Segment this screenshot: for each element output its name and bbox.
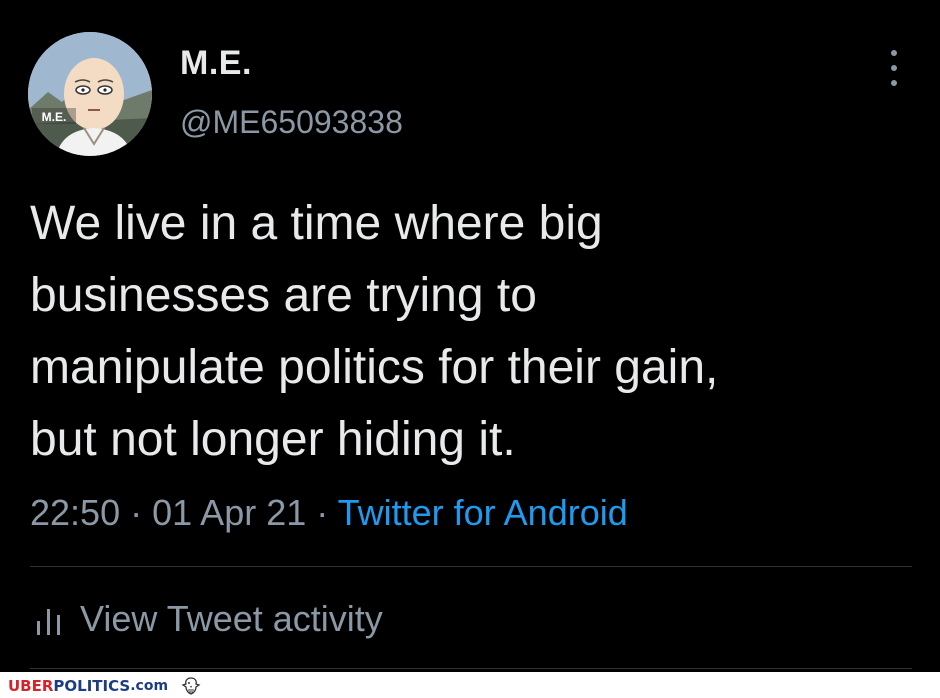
view-tweet-activity-label: View Tweet activity	[80, 598, 383, 639]
watermark-bar: UBER POLITICS .com	[0, 672, 940, 698]
tweet-date: 01 Apr 21	[152, 492, 307, 533]
watermark-uber: UBER	[8, 677, 54, 695]
watermark: UBER POLITICS .com	[8, 676, 202, 696]
bar-chart-icon	[37, 609, 60, 635]
vertical-dots-icon[interactable]	[886, 50, 902, 86]
watermark-politics: POLITICS	[53, 677, 131, 695]
user-handle[interactable]: @ME65093838	[180, 104, 403, 141]
eagle-icon	[181, 677, 201, 695]
meta-separator: ·	[130, 492, 143, 533]
avatar-image: M.E.	[28, 32, 152, 156]
divider	[30, 668, 912, 669]
avatar[interactable]: M.E.	[28, 32, 152, 156]
tweet-text: We live in a time where big businesses a…	[30, 197, 719, 466]
display-name[interactable]: M.E.	[180, 44, 252, 83]
tweet-source-link[interactable]: Twitter for Android	[338, 492, 628, 533]
avatar-label: M.E.	[42, 110, 67, 124]
tweet-time: 22:50	[30, 492, 121, 533]
tweet-meta: 22:50 · 01 Apr 21 · Twitter for Android	[30, 492, 628, 534]
meta-separator: ·	[316, 492, 329, 533]
tweet-card: M.E. M.E. @ME65093838 We live in a time …	[0, 0, 940, 670]
view-tweet-activity-button[interactable]: View Tweet activity	[34, 598, 383, 640]
divider	[30, 566, 912, 567]
watermark-com: .com	[130, 678, 169, 694]
